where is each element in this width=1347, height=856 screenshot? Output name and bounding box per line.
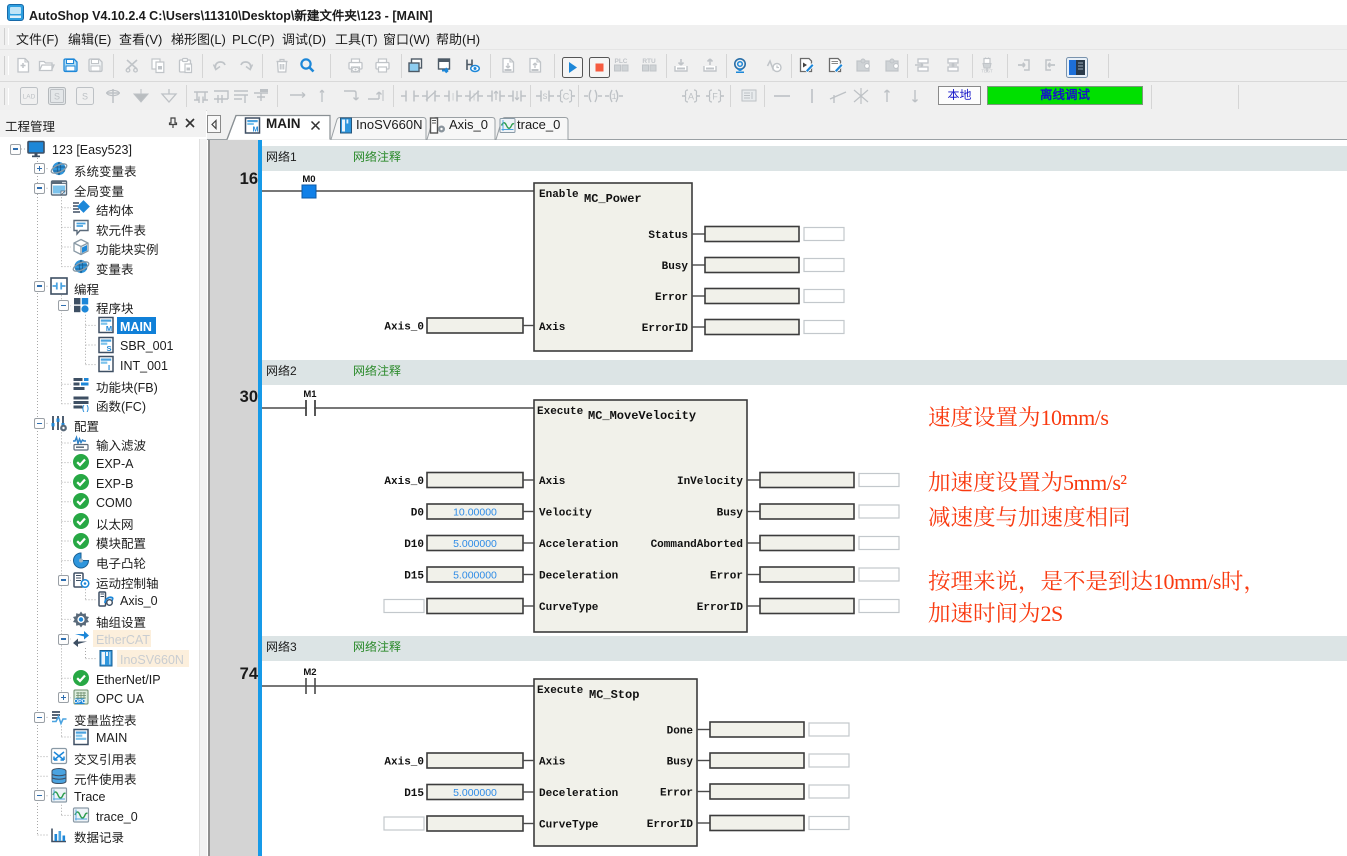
svg-text:M1: M1 [303, 389, 317, 400]
svg-text:ErrorID: ErrorID [647, 819, 694, 831]
svg-text:5.000000: 5.000000 [453, 570, 497, 582]
svg-text:Deceleration: Deceleration [539, 788, 618, 800]
svg-text:D15: D15 [404, 571, 424, 583]
svg-text:TEST: TEST [981, 69, 993, 74]
svg-text:|: | [451, 93, 456, 102]
svg-text:CurveType: CurveType [539, 602, 599, 614]
svg-text:I: I [108, 363, 110, 372]
svg-text:M0: M0 [302, 174, 315, 185]
svg-text:Execute: Execute [537, 406, 584, 418]
svg-text:MC_MoveVelocity: MC_MoveVelocity [588, 409, 696, 423]
svg-text:C: C [563, 92, 570, 102]
svg-text:Axis: Axis [539, 322, 565, 334]
svg-text:Execute: Execute [537, 685, 584, 697]
svg-text:MC_Power: MC_Power [584, 192, 642, 206]
svg-text:10.00000: 10.00000 [453, 507, 497, 519]
svg-text:PLC: PLC [615, 58, 628, 65]
svg-text:D0: D0 [411, 508, 424, 520]
svg-text:Enable: Enable [539, 189, 579, 201]
svg-text:Velocity: Velocity [539, 508, 592, 520]
svg-text:CurveType: CurveType [539, 820, 599, 832]
svg-text:Deceleration: Deceleration [539, 571, 618, 583]
svg-text:S: S [54, 92, 60, 102]
svg-text:Axis_0: Axis_0 [384, 322, 424, 334]
svg-text:InVelocity: InVelocity [677, 476, 743, 488]
svg-text:Done: Done [667, 726, 694, 738]
svg-text:D10: D10 [404, 539, 424, 551]
svg-text:1: 1 [612, 93, 617, 102]
svg-text:RTU: RTU [642, 58, 656, 65]
svg-text:ErrorID: ErrorID [642, 323, 689, 335]
svg-text:LAD: LAD [23, 94, 36, 101]
svg-text:5.000000: 5.000000 [453, 538, 497, 550]
svg-text:D15: D15 [404, 788, 424, 800]
svg-text:Busy: Busy [667, 757, 694, 769]
svg-text:(): () [81, 406, 89, 413]
svg-text:MC_Stop: MC_Stop [589, 688, 639, 702]
svg-text:|: | [472, 93, 477, 102]
svg-text:Error: Error [655, 292, 688, 304]
svg-text:Status: Status [648, 230, 688, 242]
svg-text:5.000000: 5.000000 [453, 787, 497, 799]
svg-text:M2: M2 [303, 667, 316, 678]
svg-text:Axis: Axis [539, 757, 565, 769]
svg-text:Axis_0: Axis_0 [384, 476, 424, 488]
svg-text:Axis: Axis [539, 476, 565, 488]
svg-text:Acceleration: Acceleration [539, 539, 618, 551]
svg-text:CommandAborted: CommandAborted [651, 539, 743, 551]
svg-text:F: F [712, 92, 718, 102]
svg-text:M: M [253, 127, 259, 134]
svg-text:S: S [106, 344, 111, 353]
svg-text:S: S [82, 92, 88, 102]
svg-text:Error: Error [660, 788, 693, 800]
svg-text:M: M [106, 324, 112, 333]
svg-text:Busy: Busy [717, 508, 744, 520]
svg-text:Axis_0: Axis_0 [384, 757, 424, 769]
svg-text:S: S [543, 93, 548, 102]
svg-text:Error: Error [710, 571, 743, 583]
svg-text:ErrorID: ErrorID [697, 602, 744, 614]
svg-text:Busy: Busy [662, 261, 689, 273]
svg-text:A: A [688, 92, 694, 102]
svg-text:OPC: OPC [74, 699, 86, 705]
